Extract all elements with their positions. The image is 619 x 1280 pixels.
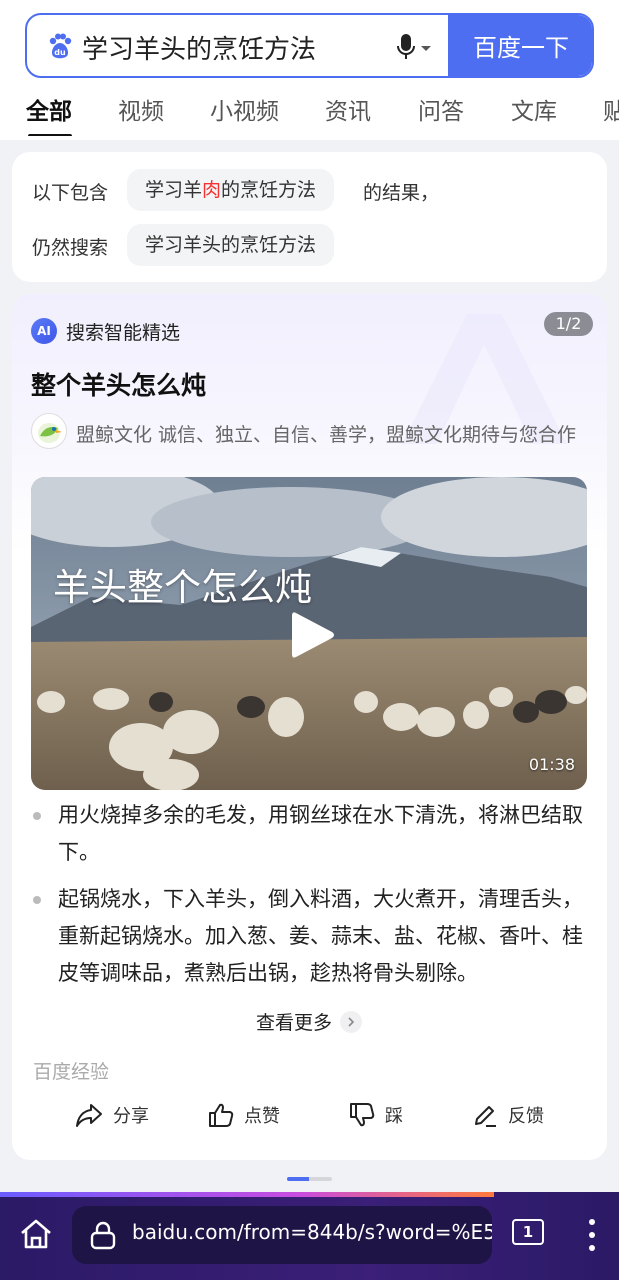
tab-tieba[interactable]: 贴: [603, 92, 619, 126]
like-label: 点赞: [244, 1106, 280, 1127]
address-bar[interactable]: baidu.com/from=844b/s?word=%E5: [72, 1206, 492, 1264]
view-more-label: 查看更多: [256, 1012, 333, 1034]
browser-toolbar: baidu.com/from=844b/s?word=%E5 1: [0, 1192, 619, 1280]
tab-wenku[interactable]: 文库: [511, 92, 557, 126]
tab-all[interactable]: 全部: [26, 92, 72, 126]
tab-news[interactable]: 资讯: [325, 92, 371, 126]
play-icon[interactable]: [290, 609, 336, 661]
active-tab-indicator: [28, 134, 72, 136]
search-header: du 学习羊头的烹饪方法 百度一下 全部 视频 小视频 资讯 问答 文库 贴: [0, 0, 619, 140]
svg-text:du: du: [54, 48, 66, 57]
tab-short-video[interactable]: 小视频: [210, 92, 279, 126]
video-title: 羊头整个怎么炖: [53, 566, 312, 609]
share-label: 分享: [113, 1106, 149, 1127]
share-button[interactable]: 分享: [75, 1102, 149, 1128]
still-search-label: 仍然搜索: [32, 237, 109, 259]
source-brand[interactable]: 百度经验: [33, 1057, 109, 1084]
thumbs-down-icon: [350, 1103, 375, 1127]
result-pager: 1/2: [544, 312, 593, 336]
search-button[interactable]: 百度一下: [448, 15, 592, 76]
source-avatar: [31, 413, 67, 449]
corrected-query-part: 学习羊: [145, 179, 203, 201]
tab-qa[interactable]: 问答: [418, 92, 464, 126]
search-box[interactable]: du 学习羊头的烹饪方法 百度一下: [25, 13, 594, 78]
feedback-label: 反馈: [508, 1106, 544, 1127]
home-icon[interactable]: [18, 1216, 54, 1252]
correction-prefix: 以下包含: [32, 182, 109, 204]
search-tabs: 全部 视频 小视频 资讯 问答 文库 贴: [0, 92, 619, 136]
tab-video[interactable]: 视频: [118, 92, 164, 126]
video-duration: 01:38: [528, 755, 575, 774]
search-input[interactable]: 学习羊头的烹饪方法: [82, 29, 316, 66]
dislike-button[interactable]: 踩: [349, 1102, 403, 1128]
corrected-query-highlight: 肉: [202, 179, 222, 201]
corrected-query-part: 的烹饪方法: [221, 179, 317, 201]
feedback-actions: 分享 点赞 踩 反馈: [12, 1102, 607, 1138]
video-player[interactable]: 羊头整个怎么炖 01:38: [31, 477, 587, 790]
ai-logo-icon: AI: [31, 318, 57, 344]
corrected-query-chip[interactable]: 学习羊肉的烹饪方法: [127, 169, 335, 211]
query-correction-card: 以下包含 学习羊肉的烹饪方法 的结果， 仍然搜索 学习羊头的烹饪方法: [12, 152, 607, 282]
answer-step: 用火烧掉多余的毛发，用钢丝球在水下清洗，将淋巴结取下。: [31, 797, 591, 871]
voice-search-icon[interactable]: [395, 33, 435, 63]
tab-switcher-button[interactable]: 1: [512, 1219, 544, 1245]
page-scroll-indicator: [287, 1177, 332, 1181]
source-logo-icon: [38, 423, 62, 443]
ai-answer-card: AI 搜索智能精选 1/2 整个羊头怎么炖 盟鲸文化 诚信、独立、自信、善学，盟…: [12, 294, 607, 1160]
correction-suffix: 的结果，: [363, 182, 440, 204]
share-icon: [76, 1104, 102, 1127]
like-button[interactable]: 点赞: [208, 1102, 280, 1128]
page-load-progress: [0, 1192, 494, 1197]
edit-pencil-icon: [475, 1106, 496, 1127]
original-query-chip[interactable]: 学习羊头的烹饪方法: [127, 224, 335, 266]
thumbs-up-icon: [209, 1103, 234, 1127]
lock-icon: [90, 1221, 116, 1250]
ai-card-label: 搜索智能精选: [66, 322, 181, 344]
answer-steps: 用火烧掉多余的毛发，用钢丝球在水下清洗，将淋巴结取下。 起锅烧水，下入羊头，倒入…: [31, 797, 591, 1002]
feedback-button[interactable]: 反馈: [472, 1102, 544, 1128]
url-text[interactable]: baidu.com/from=844b/s?word=%E5: [132, 1220, 492, 1244]
answer-title[interactable]: 整个羊头怎么炖: [31, 366, 206, 402]
more-options-icon[interactable]: [588, 1218, 596, 1252]
answer-step: 起锅烧水，下入羊头，倒入料酒，大火煮开，清理舌头，重新起锅烧水。加入葱、姜、蒜末…: [31, 881, 591, 992]
source-description[interactable]: 盟鲸文化 诚信、独立、自信、善学，盟鲸文化期待与您合作: [76, 420, 586, 447]
baidu-paw-icon: du: [49, 33, 72, 59]
view-more-button[interactable]: 查看更多: [256, 1008, 363, 1035]
chevron-right-icon: [340, 1010, 363, 1033]
dislike-label: 踩: [385, 1106, 403, 1127]
